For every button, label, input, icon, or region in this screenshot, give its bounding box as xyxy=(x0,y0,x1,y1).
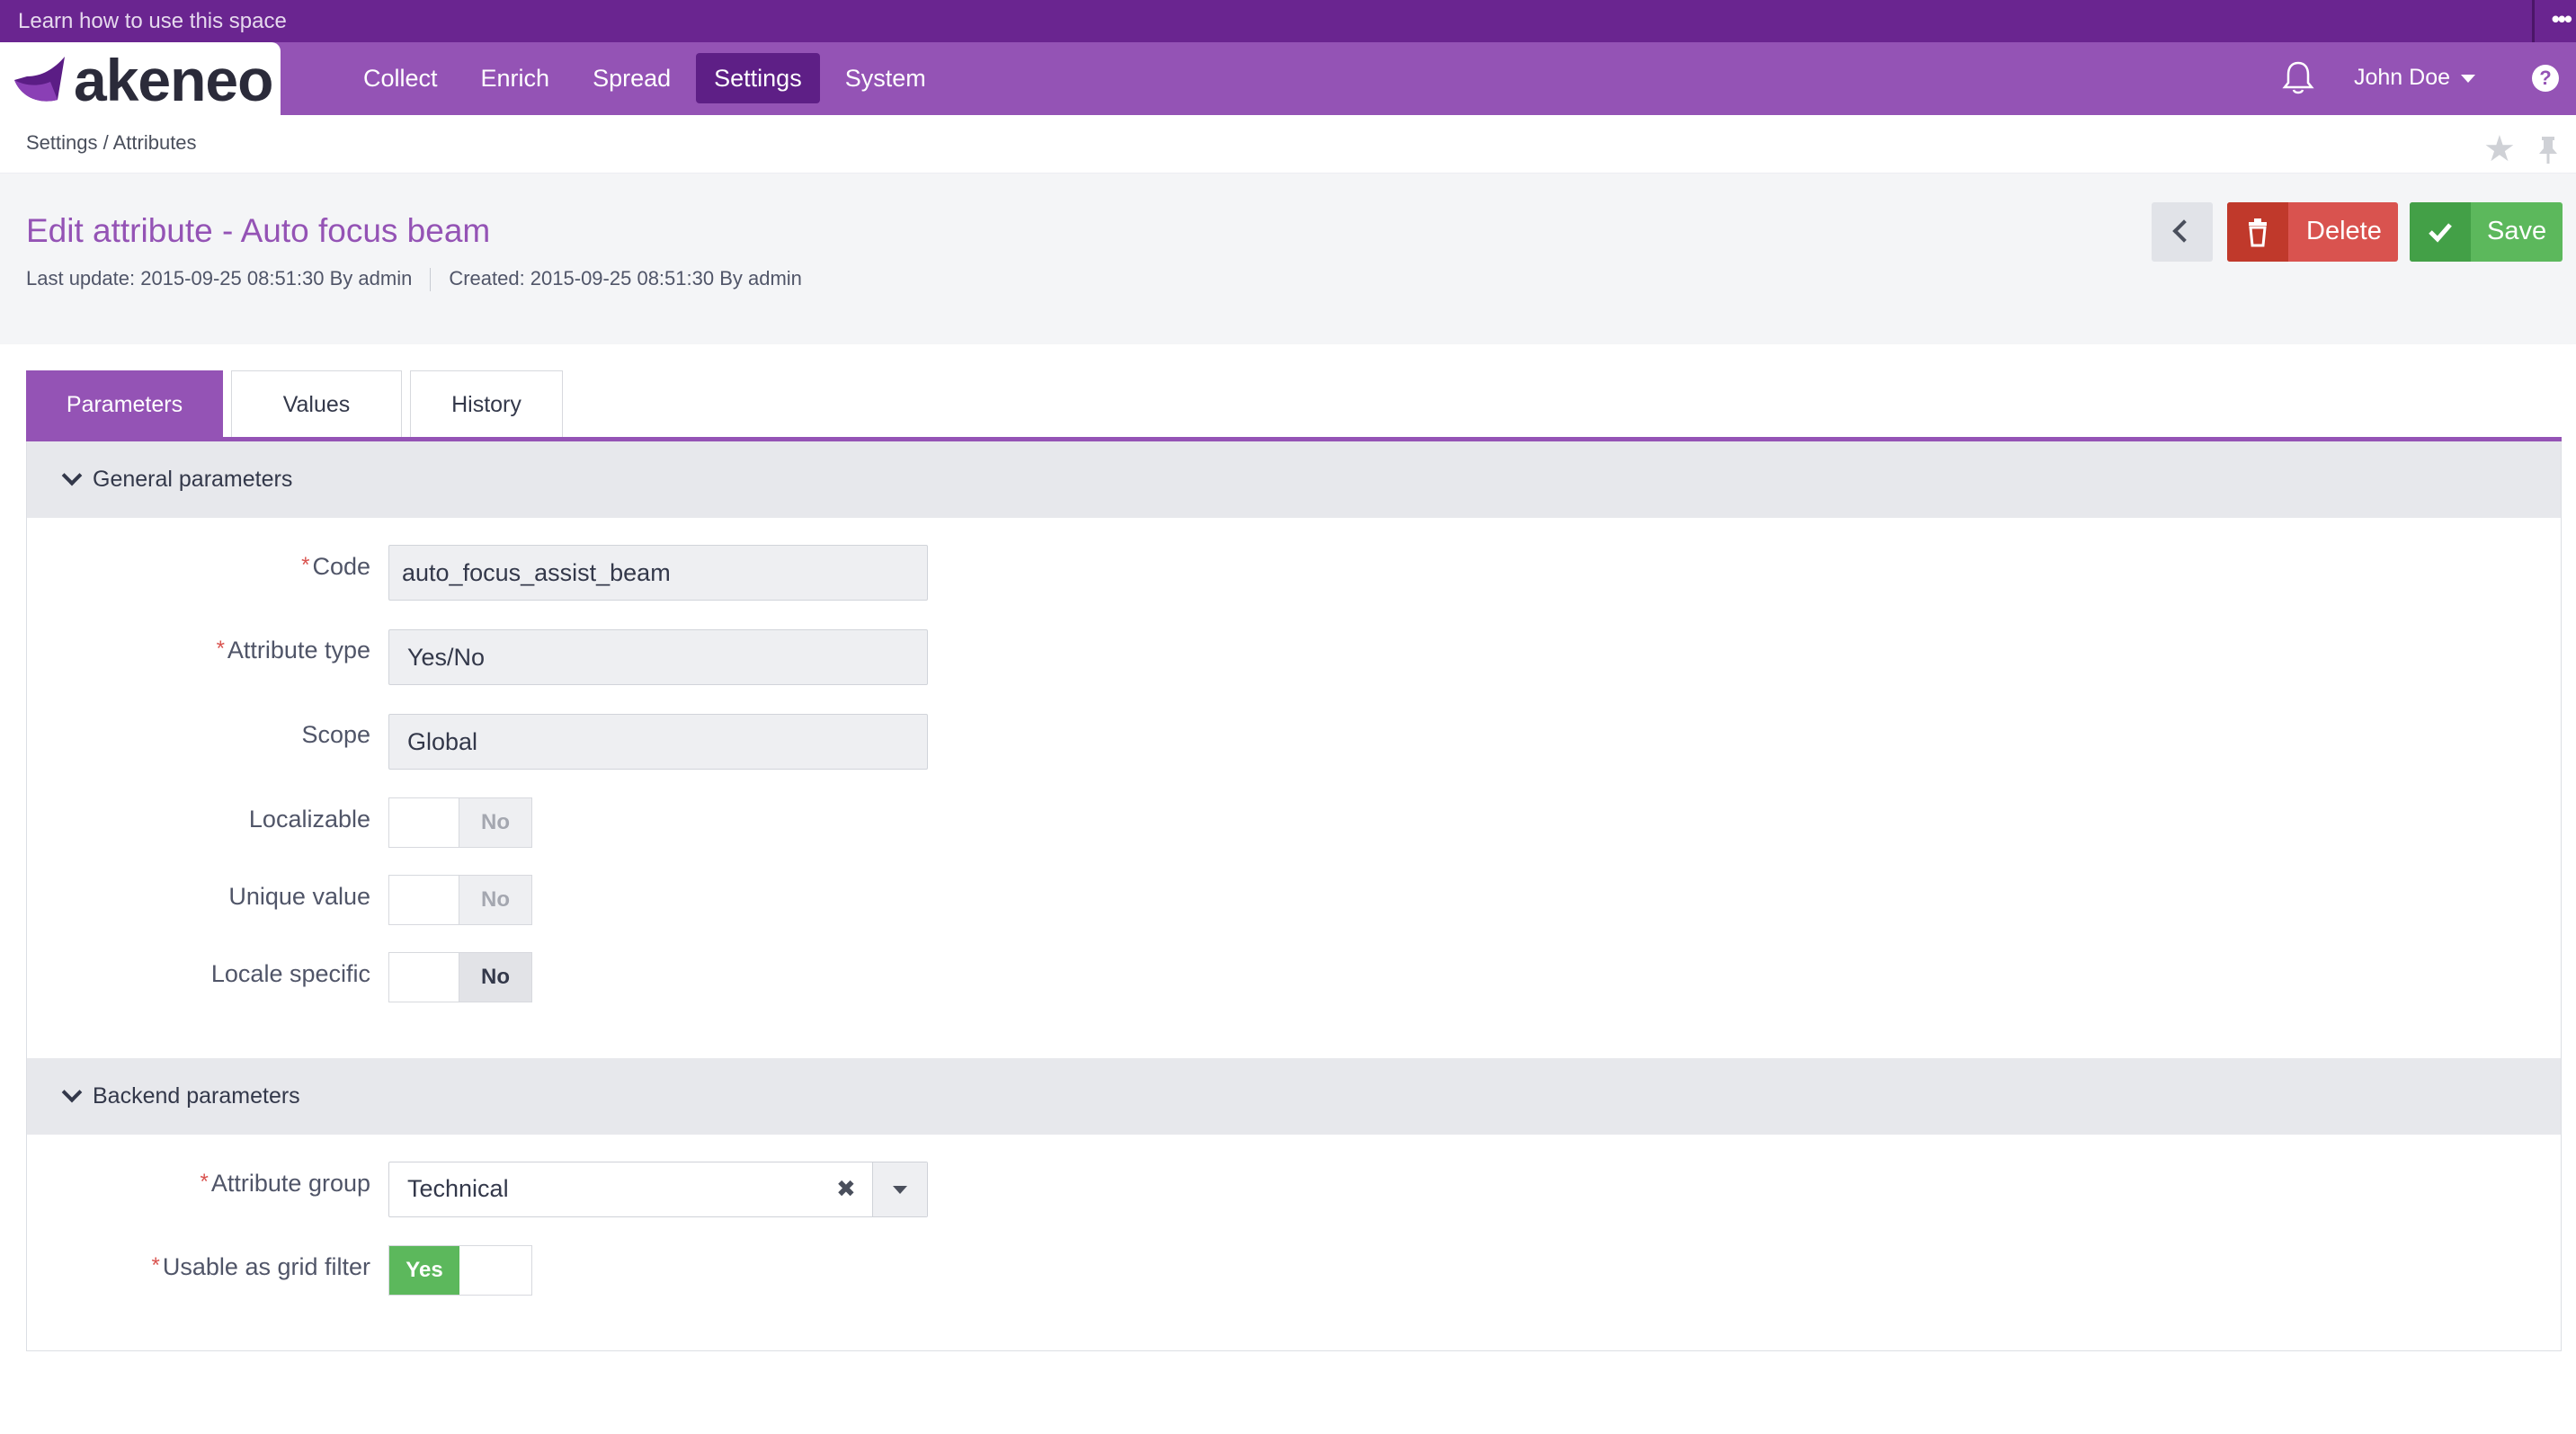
general-parameters-header[interactable]: General parameters xyxy=(27,441,2561,518)
trash-icon xyxy=(2227,202,2288,262)
toggle-off-label: No xyxy=(459,876,531,924)
code-field[interactable]: auto_focus_assist_beam xyxy=(388,545,928,601)
nav-collect[interactable]: Collect xyxy=(345,53,456,103)
backend-parameters-header[interactable]: Backend parameters xyxy=(27,1058,2561,1135)
attribute-type-field[interactable]: Yes/No xyxy=(388,629,928,685)
toggle-on-label: Yes xyxy=(389,1246,459,1295)
grid-filter-label-text: Usable as grid filter xyxy=(162,1253,370,1280)
code-label-text: Code xyxy=(312,553,370,580)
last-update: Last update: 2015-09-25 08:51:30 By admi… xyxy=(26,267,413,289)
toggle-off-label: No xyxy=(459,953,531,1002)
nav-spread[interactable]: Spread xyxy=(575,53,689,103)
scope-field[interactable]: Global xyxy=(388,714,928,770)
breadcrumb: Settings / Attributes xyxy=(26,131,197,154)
tab-history[interactable]: History xyxy=(410,370,563,438)
locale-specific-toggle[interactable]: No xyxy=(388,952,532,1002)
meta-divider xyxy=(430,268,432,292)
pin-icon[interactable] xyxy=(2536,135,2561,170)
bell-icon[interactable] xyxy=(2282,59,2314,100)
strip-divider xyxy=(2532,0,2535,42)
required-marker: * xyxy=(216,637,225,661)
main-menu: Collect Enrich Spread Settings System xyxy=(345,53,944,103)
akeneo-logo[interactable]: akeneo xyxy=(0,42,281,115)
chevron-left-icon xyxy=(2172,219,2196,243)
created-info: Created: 2015-09-25 08:51:30 By admin xyxy=(449,267,802,289)
save-button[interactable]: Save xyxy=(2410,202,2563,262)
chevron-down-icon xyxy=(2461,74,2476,83)
back-button[interactable] xyxy=(2152,202,2213,262)
attribute-type-label-text: Attribute type xyxy=(227,637,370,664)
tab-parameters[interactable]: Parameters xyxy=(26,370,223,438)
grid-filter-label: * Usable as grid filter xyxy=(27,1253,370,1281)
clear-icon[interactable]: ✖ xyxy=(836,1175,856,1203)
section-title: General parameters xyxy=(93,467,293,492)
required-marker: * xyxy=(151,1253,160,1278)
toggle-off-label: No xyxy=(459,798,531,847)
localizable-label: Localizable xyxy=(248,806,370,833)
nav-enrich[interactable]: Enrich xyxy=(463,53,568,103)
required-marker: * xyxy=(301,553,310,577)
chevron-down-icon xyxy=(61,1082,83,1103)
user-menu[interactable]: John Doe xyxy=(2354,65,2476,91)
user-name: John Doe xyxy=(2354,65,2451,90)
chevron-down-icon xyxy=(893,1186,907,1194)
help-icon[interactable]: ? xyxy=(2532,65,2559,92)
delete-label: Delete xyxy=(2306,217,2382,245)
attribute-type-label: * Attribute type xyxy=(27,637,370,664)
attribute-group-label: * Attribute group xyxy=(27,1170,370,1198)
meta-info: Last update: 2015-09-25 08:51:30 By admi… xyxy=(26,267,802,292)
locale-specific-label: Locale specific xyxy=(210,960,370,987)
unique-value-label: Unique value xyxy=(228,883,370,910)
nav-system[interactable]: System xyxy=(827,53,944,103)
code-label: * Code xyxy=(27,553,370,581)
required-marker: * xyxy=(200,1170,209,1194)
checkmark-icon xyxy=(2410,202,2471,262)
attribute-group-label-text: Attribute group xyxy=(210,1170,370,1197)
delete-button[interactable]: Delete xyxy=(2227,202,2398,262)
unique-value-toggle[interactable]: No xyxy=(388,875,532,925)
section-title: Backend parameters xyxy=(93,1083,300,1109)
scope-label: Scope xyxy=(301,721,370,748)
save-label: Save xyxy=(2487,217,2547,245)
nav-settings[interactable]: Settings xyxy=(696,53,820,103)
attribute-form: General parameters * Code auto_focus_assi… xyxy=(26,441,2562,1351)
breadcrumb-bar xyxy=(0,115,2576,174)
help-strip: Learn how to use this space ••• xyxy=(0,0,2576,42)
logo-wordmark: akeneo xyxy=(74,47,273,113)
tab-values[interactable]: Values xyxy=(231,370,402,438)
akeneo-logo-icon xyxy=(14,57,65,102)
page-title: Edit attribute - Auto focus beam xyxy=(26,212,491,249)
dropdown-toggle[interactable] xyxy=(872,1162,927,1216)
learn-link[interactable]: Learn how to use this space xyxy=(18,9,287,34)
ellipsis-icon[interactable]: ••• xyxy=(2552,5,2572,33)
chevron-down-icon xyxy=(61,465,83,486)
star-icon[interactable]: ★ xyxy=(2483,131,2516,167)
grid-filter-toggle[interactable]: Yes xyxy=(388,1245,532,1296)
attribute-group-select[interactable]: Technical ✖ xyxy=(388,1162,928,1217)
localizable-toggle[interactable]: No xyxy=(388,797,532,848)
selected-value: Technical xyxy=(407,1175,509,1202)
